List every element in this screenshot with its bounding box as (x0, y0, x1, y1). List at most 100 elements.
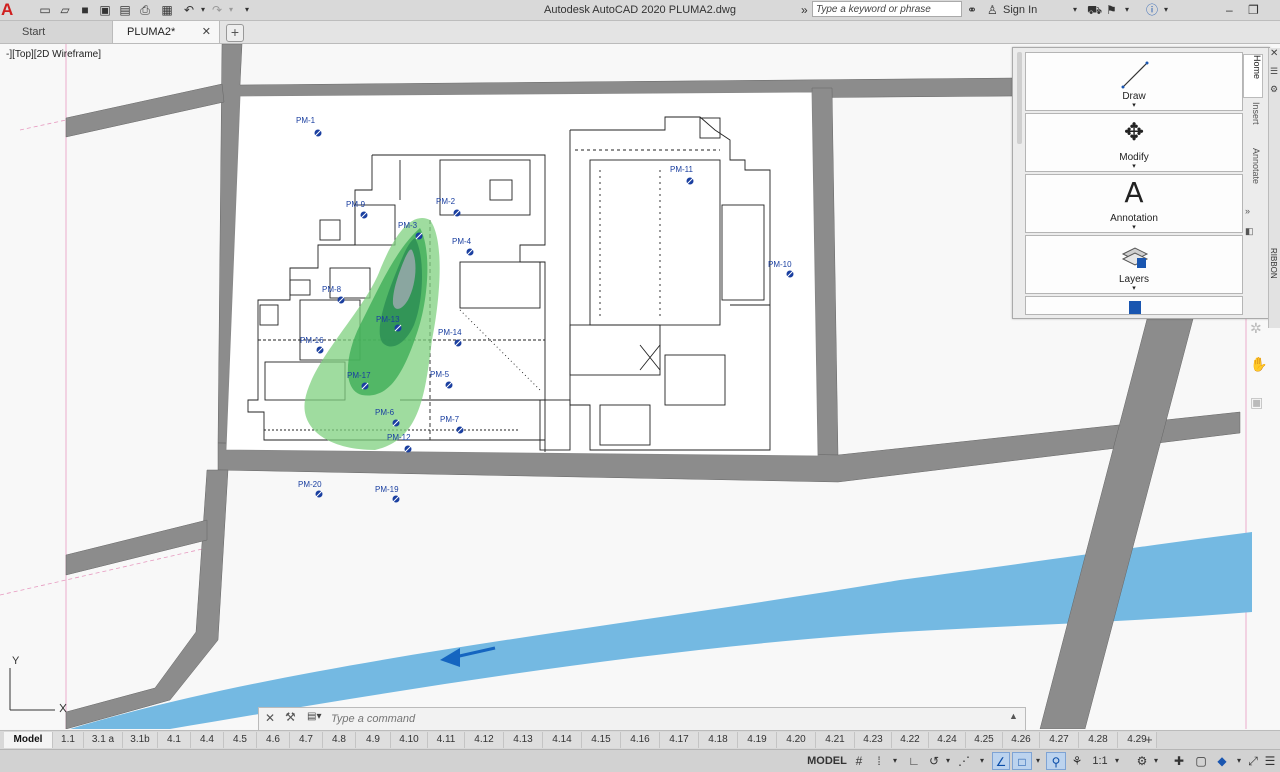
expand-icon[interactable]: ▾ (1026, 162, 1242, 170)
new-icon[interactable]: ▭ (38, 3, 52, 17)
close-icon[interactable]: ✕ (1270, 48, 1278, 59)
command-history-icon[interactable]: ▤▾ (307, 711, 325, 725)
panel-draw[interactable]: Draw ▾ (1025, 52, 1243, 111)
undo-dropdown-icon[interactable]: ▾ (196, 3, 210, 17)
snap-dropdown-icon[interactable]: ▾ (890, 752, 900, 770)
layout-tab[interactable]: 4.15 (582, 732, 621, 748)
polar-dropdown-icon[interactable]: ▾ (943, 752, 953, 770)
layout-tab[interactable]: 4.5 (224, 732, 257, 748)
annotation-monitor-icon[interactable]: ✚ (1170, 752, 1188, 770)
plot-printer-icon[interactable]: ▦ (160, 3, 174, 17)
monitoring-point[interactable]: PM-19 (375, 485, 400, 503)
layout-tab[interactable]: 4.11 (428, 732, 465, 748)
layout-tab[interactable]: 4.6 (257, 732, 290, 748)
layout-tab[interactable]: 4.12 (465, 732, 504, 748)
isodraft-dropdown-icon[interactable]: ▾ (975, 752, 989, 770)
plot-icon[interactable]: ⎙ (138, 3, 152, 17)
panel-annotation[interactable]: A Annotation ▾ (1025, 174, 1243, 233)
layout-tab[interactable]: 4.20 (777, 732, 816, 748)
tab-start[interactable]: Start (0, 21, 112, 43)
expand-icon[interactable]: ▾ (1026, 101, 1242, 109)
tab-model[interactable]: Model (4, 732, 53, 748)
object-snap-icon[interactable]: □ (1012, 752, 1032, 770)
auto-scale-icon[interactable]: ⚘ (1068, 752, 1086, 770)
close-icon[interactable]: ✕ (265, 711, 275, 725)
annotation-visibility-icon[interactable]: ⚲ (1046, 752, 1066, 770)
layout-tab[interactable]: 4.18 (699, 732, 738, 748)
sign-in-dropdown-icon[interactable]: ▾ (1073, 3, 1077, 17)
layout-tab[interactable]: 4.16 (621, 732, 660, 748)
layout-tab[interactable]: 4.26 (1003, 732, 1040, 748)
tab-home[interactable]: Home (1243, 54, 1263, 98)
search-menu-icon[interactable]: » (801, 3, 808, 17)
new-tab-button[interactable]: + (226, 24, 244, 42)
isolate-dropdown-icon[interactable]: ▾ (1234, 752, 1244, 770)
web-icon[interactable]: ▤ (118, 3, 132, 17)
layout-tab[interactable]: 3.1 a (84, 732, 123, 748)
isolate-objects-icon[interactable]: ◆ (1212, 752, 1232, 770)
layout-tab[interactable]: 4.13 (504, 732, 543, 748)
palette-scrollbar[interactable] (1017, 52, 1022, 144)
workspace-dropdown-icon[interactable]: ▾ (1151, 752, 1161, 770)
workspace-gear-icon[interactable]: ⚙ (1133, 752, 1151, 770)
pan-icon[interactable]: ✋ (1250, 356, 1267, 373)
layout-tab[interactable]: 4.8 (323, 732, 356, 748)
object-snap-dropdown-icon[interactable]: ▾ (1033, 752, 1043, 770)
fullscreen-icon[interactable]: ⤢ (1244, 752, 1262, 770)
command-input[interactable] (331, 710, 991, 727)
wrench-icon[interactable]: ⚒ (285, 710, 296, 724)
search-input[interactable]: Type a keyword or phrase (812, 1, 962, 17)
more-tabs-icon[interactable]: » (1245, 206, 1250, 216)
layout-tab[interactable]: 4.9 (356, 732, 391, 748)
user-icon[interactable]: ♙ (987, 3, 998, 17)
layout-tab[interactable]: 4.25 (966, 732, 1003, 748)
undo-icon[interactable]: ↶ (182, 3, 196, 17)
autocad-logo-icon[interactable]: A (0, 0, 31, 20)
binoculars-icon[interactable]: ⚭ (967, 3, 977, 17)
chevron-up-icon[interactable]: ▲ (1009, 711, 1018, 721)
layout-tab[interactable]: 4.4 (191, 732, 224, 748)
ortho-icon[interactable]: ∟ (905, 752, 923, 770)
object-snap-tracking-icon[interactable]: ∠ (992, 752, 1010, 770)
menu-icon[interactable]: ☰ (1270, 66, 1278, 77)
palette-title-bar[interactable]: ✕ ☰ ⚙ RIBBON (1268, 48, 1280, 328)
layout-tab[interactable]: 4.24 (929, 732, 966, 748)
layout-tab[interactable]: 4.27 (1040, 732, 1079, 748)
redo-dropdown-icon[interactable]: ▾ (224, 3, 238, 17)
layout-tab[interactable]: 3.1b (123, 732, 158, 748)
open-icon[interactable]: ▱ (58, 3, 72, 17)
tab-pluma2[interactable]: PLUMA2* ✕ (112, 21, 220, 43)
exchange-dropdown-icon[interactable]: ▾ (1125, 3, 1129, 17)
viewport-controls-label[interactable]: -][Top][2D Wireframe] (6, 49, 101, 60)
save-as-icon[interactable]: ▣ (98, 3, 112, 17)
tab-annotate[interactable]: Annotate (1243, 148, 1261, 204)
customization-menu-icon[interactable]: ☰ (1262, 752, 1278, 770)
minimize-icon[interactable]: – (1226, 3, 1233, 17)
panel-block[interactable] (1025, 296, 1243, 315)
model-space-button[interactable]: MODEL (806, 752, 848, 770)
tab-insert[interactable]: Insert (1243, 102, 1261, 144)
snap-icon[interactable]: ⁞ (870, 752, 888, 770)
close-icon[interactable]: ✕ (202, 21, 211, 43)
exchange-icon[interactable]: ⚑ (1106, 3, 1117, 17)
layout-tab[interactable]: 4.19 (738, 732, 777, 748)
tab-options-icon[interactable]: ◧ (1245, 226, 1254, 237)
layout-tab[interactable]: 4.14 (543, 732, 582, 748)
polar-icon[interactable]: ↺ (925, 752, 943, 770)
help-icon[interactable]: ⓘ (1146, 3, 1158, 17)
sign-in-link[interactable]: Sign In (1003, 3, 1037, 17)
help-dropdown-icon[interactable]: ▾ (1164, 3, 1168, 17)
zoom-icon[interactable]: ▣ (1250, 394, 1263, 411)
expand-icon[interactable]: ▾ (1026, 284, 1242, 292)
expand-icon[interactable]: ▾ (1026, 223, 1242, 231)
layout-tab[interactable]: 4.10 (391, 732, 428, 748)
cart-icon[interactable]: ⛟ (1087, 3, 1102, 17)
monitoring-point[interactable]: PM-20 (298, 480, 323, 498)
layout-tab[interactable]: 4.23 (855, 732, 892, 748)
layout-tab[interactable]: 4.21 (816, 732, 855, 748)
redo-icon[interactable]: ↷ (210, 3, 224, 17)
layout-tab[interactable]: 4.1 (158, 732, 191, 748)
units-icon[interactable]: ▢ (1192, 752, 1210, 770)
grid-icon[interactable]: # (850, 752, 868, 770)
customize-dropdown-icon[interactable]: ▾ (240, 3, 254, 17)
